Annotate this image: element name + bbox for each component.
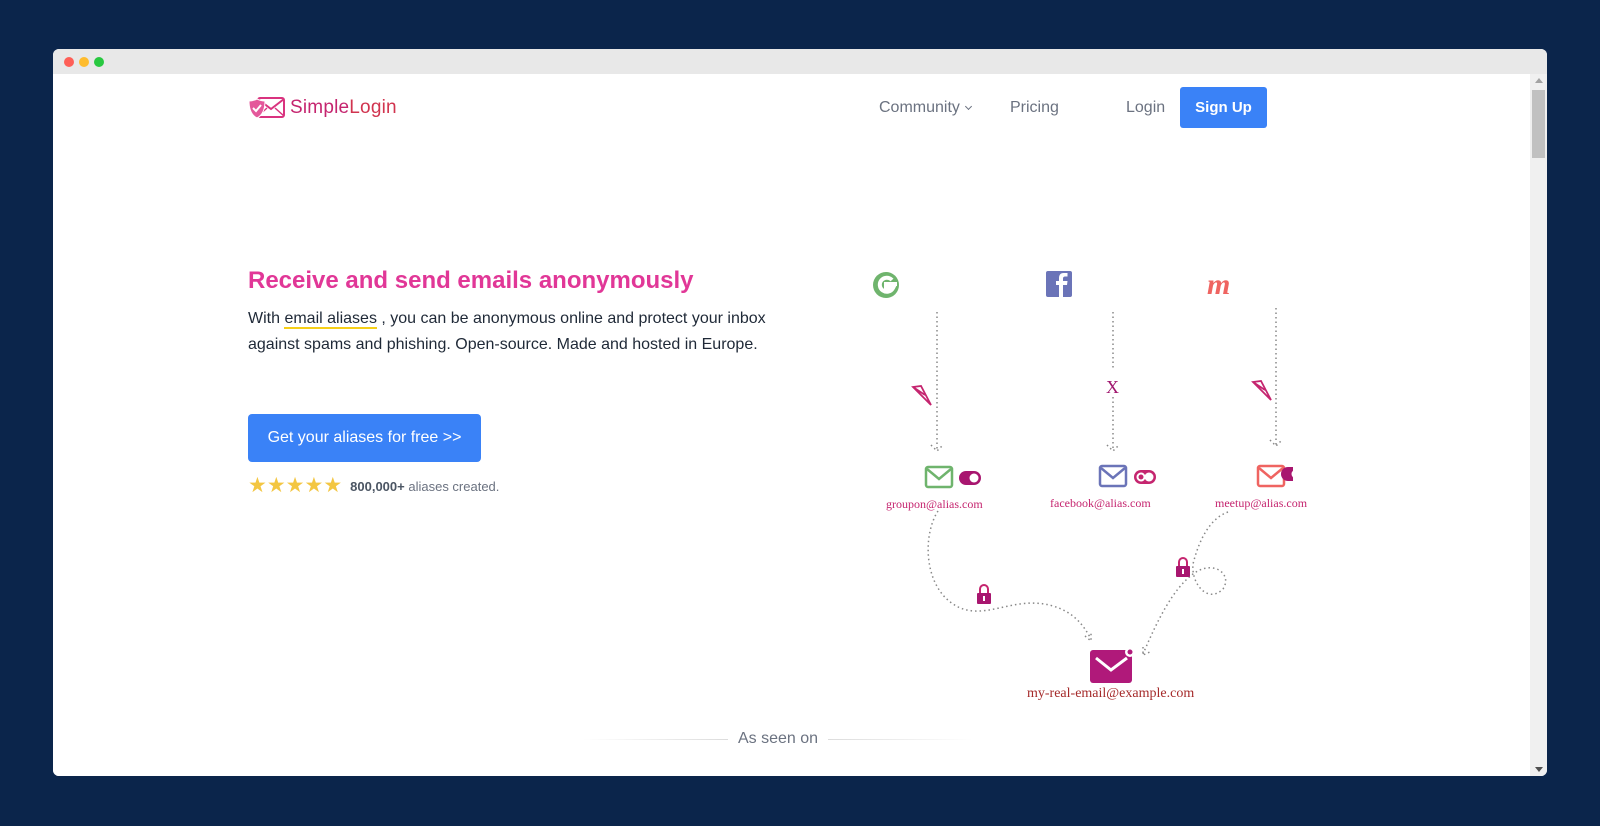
nav-pricing-link[interactable]: Pricing xyxy=(1010,99,1059,117)
lock-icon xyxy=(1176,557,1190,577)
scrollbar-thumb[interactable] xyxy=(1532,90,1545,158)
logo-shield-envelope-icon xyxy=(248,97,285,119)
page-viewport: SimpleLogin Community Pricing Login Sign… xyxy=(53,74,1530,776)
rating: ★ ★ ★ ★ ★ 800,000+ aliases created. xyxy=(248,474,500,497)
nav-login-link[interactable]: Login xyxy=(1126,99,1165,117)
facebook-toggle-off-icon[interactable] xyxy=(1134,470,1156,484)
desc-prefix: With xyxy=(248,310,285,327)
meetup-icon: m xyxy=(1207,268,1230,301)
real-email-envelope-icon xyxy=(1090,647,1135,683)
divider-line xyxy=(828,738,973,740)
logo-text: SimpleLogin xyxy=(290,97,397,118)
groupon-alias-label: groupon@alias.com xyxy=(886,497,983,511)
browser-window: SimpleLogin Community Pricing Login Sign… xyxy=(53,49,1547,776)
nav-community-dropdown[interactable]: Community xyxy=(879,99,972,117)
email-aliases-link[interactable]: email aliases xyxy=(284,310,377,329)
star-rating: ★ ★ ★ ★ ★ xyxy=(248,474,343,497)
blocked-x-mark: X xyxy=(1106,377,1119,397)
scroll-up-arrow-icon[interactable] xyxy=(1535,78,1543,83)
diagram-svg: m xyxy=(873,268,1293,683)
vertical-scrollbar[interactable] xyxy=(1530,74,1547,776)
paper-plane-icon xyxy=(911,385,932,406)
meetup-alias-envelope-icon xyxy=(1256,464,1286,488)
facebook-icon xyxy=(1046,271,1072,297)
meetup-alias-label: meetup@alias.com xyxy=(1215,496,1308,510)
hero-description: With email aliases , you can be anonymou… xyxy=(248,306,778,358)
paper-plane-icon xyxy=(1251,380,1272,401)
groupon-toggle-on-icon[interactable] xyxy=(959,471,981,485)
minimize-window-button[interactable] xyxy=(79,57,89,67)
title-bar xyxy=(53,49,1547,74)
close-window-button[interactable] xyxy=(64,57,74,67)
aliases-created-text: 800,000+ aliases created. xyxy=(350,478,500,494)
as-seen-on-divider: As seen on xyxy=(583,730,973,748)
hero-title: Receive and send emails anonymously xyxy=(248,267,694,294)
star-icon: ★ xyxy=(285,474,305,497)
get-aliases-button[interactable]: Get your aliases for free >> xyxy=(248,414,481,462)
nav-community-label: Community xyxy=(879,99,960,116)
lock-icon xyxy=(977,584,991,604)
divider-line xyxy=(583,738,728,740)
chevron-down-icon xyxy=(964,102,972,111)
star-icon: ★ xyxy=(323,474,343,497)
facebook-alias-envelope-icon xyxy=(1098,464,1128,488)
scroll-down-arrow-icon[interactable] xyxy=(1535,767,1543,772)
star-icon: ★ xyxy=(266,474,286,497)
alias-flow-diagram: m X groupon@alias.com facebook@alias.com… xyxy=(813,214,1307,701)
star-icon: ★ xyxy=(304,474,324,497)
as-seen-on-label: As seen on xyxy=(737,730,819,747)
sign-up-button[interactable]: Sign Up xyxy=(1180,87,1267,128)
groupon-alias-envelope-icon xyxy=(924,465,954,489)
logo-link[interactable]: SimpleLogin xyxy=(248,96,397,120)
groupon-g-icon xyxy=(873,272,899,298)
real-email-label: my-real-email@example.com xyxy=(1027,686,1195,701)
star-icon: ★ xyxy=(248,474,267,497)
facebook-alias-label: facebook@alias.com xyxy=(1050,496,1151,510)
maximize-window-button[interactable] xyxy=(94,57,104,67)
